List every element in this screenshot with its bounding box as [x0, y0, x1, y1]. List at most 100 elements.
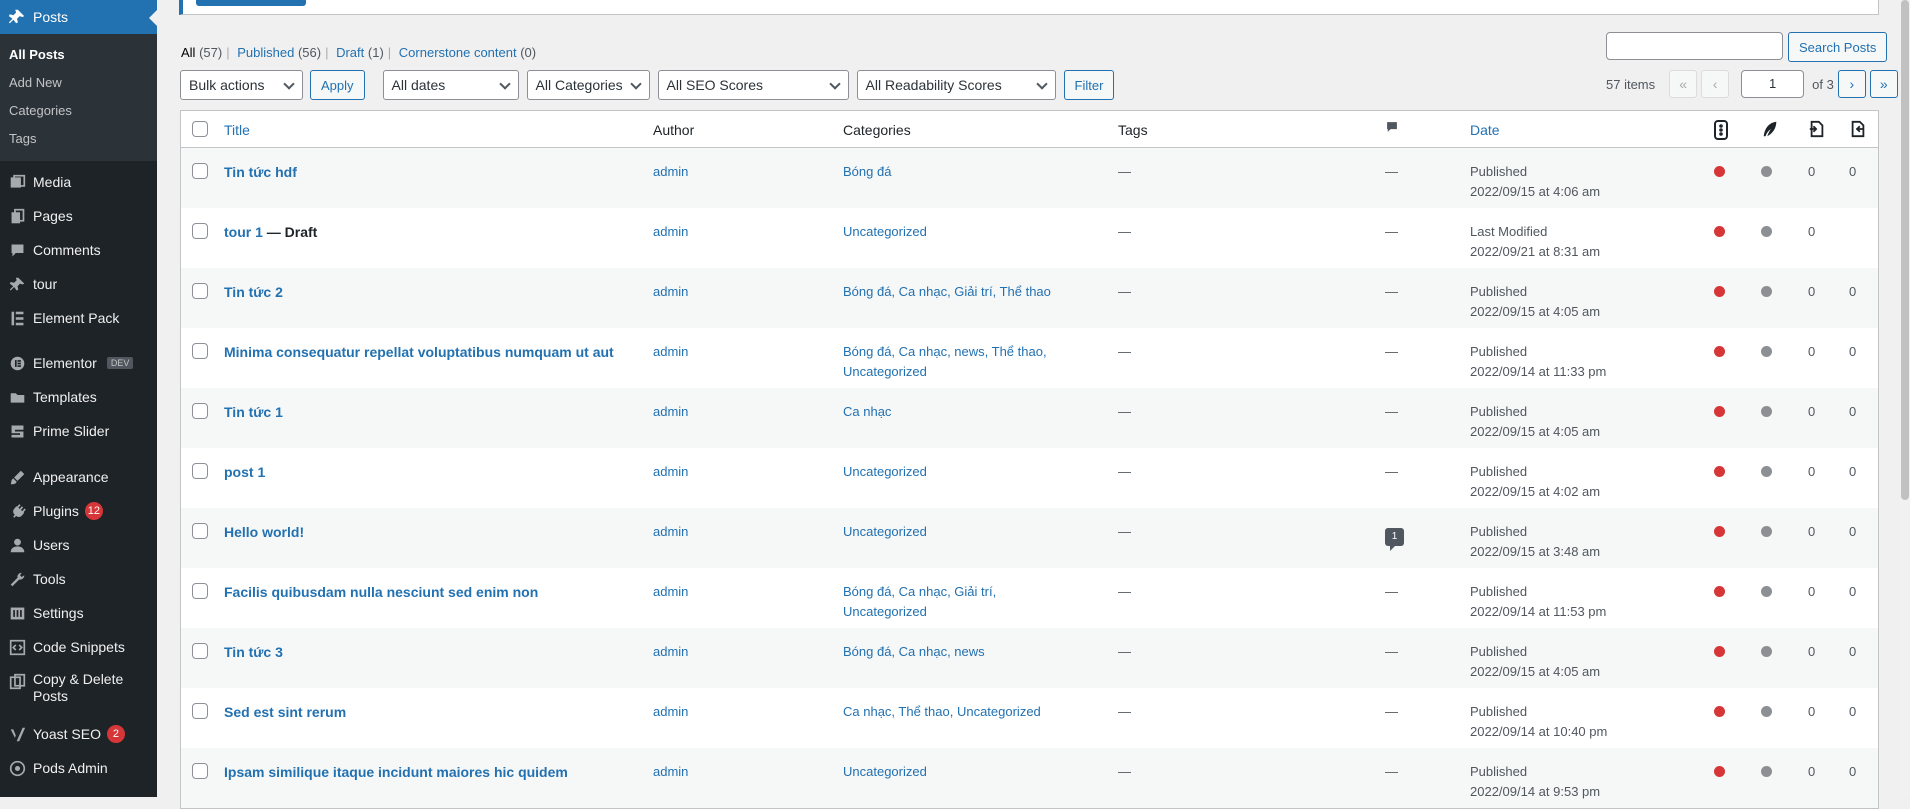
menu-elementor[interactable]: Elementor DEV: [0, 346, 157, 380]
filter-button[interactable]: Filter: [1063, 70, 1115, 100]
row-checkbox[interactable]: [192, 343, 208, 359]
post-author-link[interactable]: admin: [653, 524, 688, 539]
view-draft[interactable]: Draft (1): [336, 45, 384, 60]
menu-users[interactable]: Users: [0, 528, 157, 562]
post-title-link[interactable]: Ipsam similique itaque incidunt maiores …: [224, 764, 568, 780]
posts-submenu: All Posts Add New Categories Tags: [0, 34, 157, 161]
submenu-add-new[interactable]: Add New: [0, 69, 157, 97]
row-checkbox[interactable]: [192, 403, 208, 419]
view-all[interactable]: All (57): [181, 45, 222, 60]
menu-copy-delete-posts[interactable]: Copy & Delete Posts: [0, 664, 157, 712]
column-categories: Categories: [843, 122, 911, 138]
post-categories-links[interactable]: Bóng đá, Ca nhạc, news: [843, 644, 985, 659]
seo-score-column-icon[interactable]: [1714, 120, 1728, 146]
view-published[interactable]: Published (56): [237, 45, 321, 60]
row-checkbox[interactable]: [192, 163, 208, 179]
menu-pods-admin[interactable]: Pods Admin: [0, 751, 157, 785]
column-date[interactable]: Date: [1470, 120, 1500, 140]
submenu-all-posts[interactable]: All Posts: [0, 41, 157, 69]
view-cornerstone[interactable]: Cornerstone content (0): [399, 45, 536, 60]
post-author-link[interactable]: admin: [653, 584, 688, 599]
post-title-link[interactable]: Tin tức hdf: [224, 164, 297, 180]
post-categories-links[interactable]: Uncategorized: [843, 524, 927, 539]
post-author-link[interactable]: admin: [653, 164, 688, 179]
bulk-actions-select[interactable]: Bulk actions: [180, 70, 303, 100]
menu-plugins[interactable]: Plugins 12: [0, 494, 157, 528]
row-checkbox[interactable]: [192, 643, 208, 659]
post-title-link[interactable]: Tin tức 1: [224, 404, 283, 420]
post-author-link[interactable]: admin: [653, 224, 688, 239]
top-primary-button[interactable]: [196, 0, 306, 6]
row-checkbox[interactable]: [192, 583, 208, 599]
row-checkbox[interactable]: [192, 523, 208, 539]
menu-templates[interactable]: Templates: [0, 380, 157, 414]
last-page-button[interactable]: »: [1869, 70, 1898, 98]
post-author-link[interactable]: admin: [653, 704, 688, 719]
post-author-link[interactable]: admin: [653, 284, 688, 299]
post-categories-links[interactable]: Uncategorized: [843, 764, 927, 779]
post-author-link[interactable]: admin: [653, 644, 688, 659]
post-author-link[interactable]: admin: [653, 344, 688, 359]
post-author-link[interactable]: admin: [653, 404, 688, 419]
menu-element-pack[interactable]: Element Pack: [0, 301, 157, 335]
menu-settings[interactable]: Settings: [0, 596, 157, 630]
post-author-link[interactable]: admin: [653, 464, 688, 479]
row-checkbox[interactable]: [192, 703, 208, 719]
next-page-button[interactable]: ›: [1837, 70, 1866, 98]
submenu-categories[interactable]: Categories: [0, 97, 157, 125]
post-author-link[interactable]: admin: [653, 764, 688, 779]
post-categories-links[interactable]: Bóng đá, Ca nhạc, Giải trí, Uncategorize…: [843, 584, 996, 619]
row-checkbox[interactable]: [192, 223, 208, 239]
comments-count: —: [1385, 344, 1398, 359]
menu-tour[interactable]: tour: [0, 267, 157, 301]
search-input[interactable]: [1606, 32, 1783, 60]
post-categories-links[interactable]: Ca nhạc: [843, 404, 891, 419]
menu-code-snippets[interactable]: Code Snippets: [0, 630, 157, 664]
scrollbar[interactable]: [1900, 0, 1910, 797]
current-page-input[interactable]: 1: [1741, 70, 1805, 98]
readability-column-icon[interactable]: [1761, 120, 1779, 144]
menu-media[interactable]: Media: [0, 165, 157, 199]
readability-select[interactable]: All Readability Scores: [856, 70, 1056, 100]
menu-comments[interactable]: Comments: [0, 233, 157, 267]
menu-posts[interactable]: Posts: [0, 0, 157, 34]
comment-bubble-icon[interactable]: [1385, 120, 1399, 140]
seo-scores-select[interactable]: All SEO Scores: [657, 70, 849, 100]
outgoing-links-icon[interactable]: [1808, 120, 1826, 144]
incoming-links-icon[interactable]: [1849, 120, 1867, 144]
view-all-label: All: [181, 45, 196, 60]
post-datetime: 2022/09/14 at 11:33 pm: [1470, 364, 1607, 379]
search-posts-button[interactable]: Search Posts: [1788, 32, 1888, 62]
post-categories-links[interactable]: Bóng đá, Ca nhạc, Giải trí, Thể thao: [843, 284, 1051, 299]
menu-tools[interactable]: Tools: [0, 562, 157, 596]
row-checkbox[interactable]: [192, 463, 208, 479]
post-categories-links[interactable]: Bóng đá, Ca nhạc, news, Thể thao, Uncate…: [843, 344, 1047, 379]
comment-count-bubble[interactable]: 1: [1385, 528, 1404, 551]
row-checkbox[interactable]: [192, 283, 208, 299]
apply-button[interactable]: Apply: [310, 70, 365, 100]
menu-prime-slider[interactable]: Prime Slider: [0, 414, 157, 448]
post-categories-links[interactable]: Uncategorized: [843, 224, 927, 239]
menu-yoast-seo[interactable]: Yoast SEO 2: [0, 717, 157, 751]
column-title[interactable]: Title: [224, 120, 250, 140]
categories-select[interactable]: All Categories: [526, 70, 650, 100]
post-title-link[interactable]: Tin tức 2: [224, 284, 283, 300]
post-title-link[interactable]: Hello world!: [224, 524, 304, 540]
scrollbar-thumb[interactable]: [1901, 0, 1909, 500]
post-title-link[interactable]: Sed est sint rerum: [224, 704, 346, 720]
post-categories-links[interactable]: Ca nhạc, Thể thao, Uncategorized: [843, 704, 1041, 719]
menu-appearance[interactable]: Appearance: [0, 460, 157, 494]
post-title-link[interactable]: post 1: [224, 464, 265, 480]
submenu-tags[interactable]: Tags: [0, 125, 157, 153]
post-title-link[interactable]: Facilis quibusdam nulla nesciunt sed eni…: [224, 584, 538, 600]
menu-pages[interactable]: Pages: [0, 199, 157, 233]
post-categories-links[interactable]: Uncategorized: [843, 464, 927, 479]
select-all-checkbox[interactable]: [192, 121, 208, 137]
post-title-link[interactable]: tour 1: [224, 224, 263, 240]
row-checkbox[interactable]: [192, 763, 208, 779]
post-title-link[interactable]: Minima consequatur repellat voluptatibus…: [224, 344, 614, 360]
post-title-link[interactable]: Tin tức 3: [224, 644, 283, 660]
dates-select[interactable]: All dates: [382, 70, 519, 100]
post-categories-links[interactable]: Bóng đá: [843, 164, 891, 179]
comments-count[interactable]: 1: [1385, 522, 1404, 551]
